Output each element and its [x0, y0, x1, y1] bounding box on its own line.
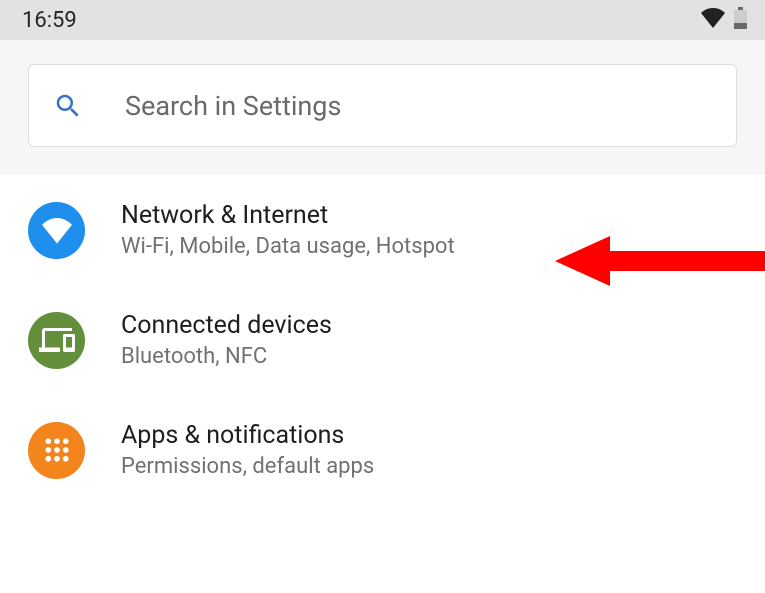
- settings-item-network-internet[interactable]: Network & Internet Wi-Fi, Mobile, Data u…: [0, 175, 765, 285]
- wifi-icon: [28, 202, 85, 259]
- search-area: Search in Settings: [0, 40, 765, 175]
- item-text: Connected devices Bluetooth, NFC: [121, 311, 332, 369]
- search-placeholder: Search in Settings: [125, 90, 341, 122]
- wifi-status-icon: [700, 8, 726, 32]
- settings-item-apps-notifications[interactable]: Apps & notifications Permissions, defaul…: [0, 395, 765, 505]
- item-subtitle: Wi-Fi, Mobile, Data usage, Hotspot: [121, 234, 455, 259]
- item-title: Connected devices: [121, 311, 332, 340]
- item-subtitle: Permissions, default apps: [121, 454, 374, 479]
- item-text: Network & Internet Wi-Fi, Mobile, Data u…: [121, 201, 455, 259]
- item-title: Network & Internet: [121, 201, 455, 230]
- settings-list: Network & Internet Wi-Fi, Mobile, Data u…: [0, 175, 765, 505]
- status-icons: [700, 7, 747, 33]
- status-time: 16:59: [22, 8, 77, 33]
- devices-icon: [28, 312, 85, 369]
- apps-icon: [28, 422, 85, 479]
- status-bar: 16:59: [0, 0, 765, 40]
- search-icon: [53, 91, 83, 121]
- item-title: Apps & notifications: [121, 421, 374, 450]
- item-subtitle: Bluetooth, NFC: [121, 344, 332, 369]
- item-text: Apps & notifications Permissions, defaul…: [121, 421, 374, 479]
- settings-item-connected-devices[interactable]: Connected devices Bluetooth, NFC: [0, 285, 765, 395]
- battery-icon: [734, 7, 747, 33]
- search-box[interactable]: Search in Settings: [28, 64, 737, 147]
